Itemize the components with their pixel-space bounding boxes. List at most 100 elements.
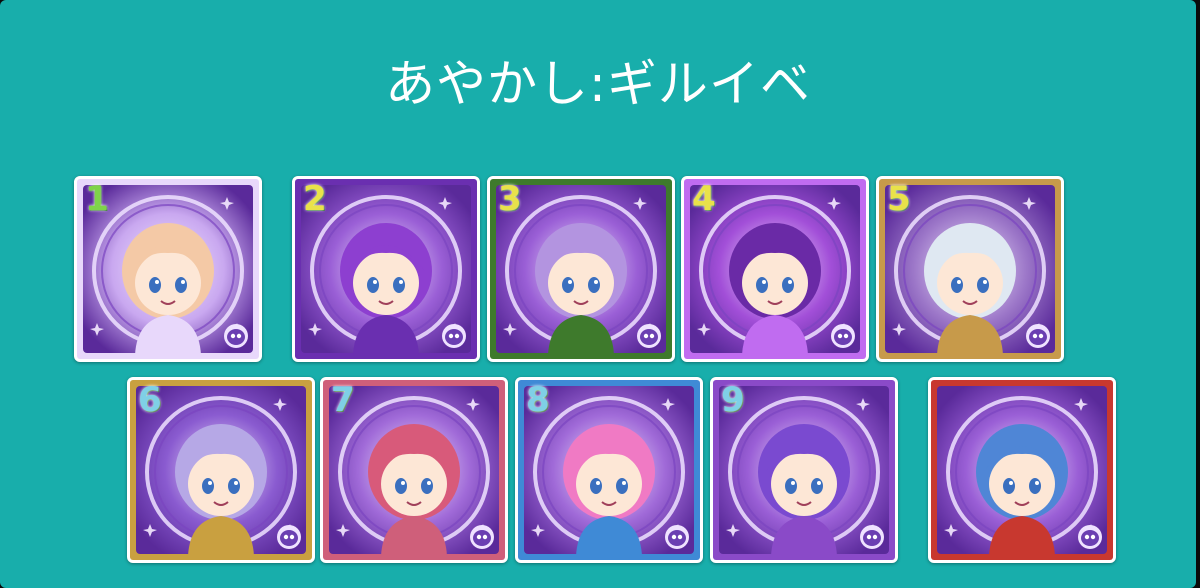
character-eye-right <box>811 478 823 494</box>
puyo-body <box>1029 329 1047 345</box>
card-2[interactable]: 2 <box>292 176 480 362</box>
eye-highlight-right <box>234 481 238 485</box>
puyo-body <box>640 329 658 345</box>
character-eye-right <box>393 277 405 293</box>
character-eye-right <box>421 478 433 494</box>
card-number: 8 <box>526 380 550 420</box>
card-number: 9 <box>721 380 745 420</box>
card-number: 3 <box>498 179 522 219</box>
puyo-eye-right <box>1038 333 1044 339</box>
eye-highlight-right <box>983 280 987 284</box>
puyo-body <box>834 329 852 345</box>
character-face <box>989 452 1055 516</box>
eye-highlight-left <box>373 280 377 284</box>
puyo-body <box>473 530 491 546</box>
puyo-eye-left <box>1032 333 1038 339</box>
eye-highlight-left <box>568 280 572 284</box>
puyo-element-icon <box>860 525 884 549</box>
character-face <box>188 452 254 516</box>
eye-highlight-left <box>1009 481 1013 485</box>
card-4[interactable]: 4 <box>681 176 869 362</box>
puyo-body <box>280 530 298 546</box>
puyo-eye-left <box>1084 534 1090 540</box>
puyo-body <box>445 329 463 345</box>
puyo-eye-right <box>649 333 655 339</box>
puyo-eye-left <box>230 333 236 339</box>
character-eye-right <box>616 478 628 494</box>
card-number: 1 <box>85 179 109 219</box>
puyo-eye-right <box>482 534 488 540</box>
puyo-element-icon <box>665 525 689 549</box>
card-10[interactable] <box>928 377 1116 563</box>
card-number: 5 <box>887 179 911 219</box>
puyo-eye-left <box>837 333 843 339</box>
eye-highlight-right <box>788 280 792 284</box>
puyo-eye-left <box>283 534 289 540</box>
puyo-body <box>227 329 245 345</box>
eye-highlight-right <box>622 481 626 485</box>
card-1[interactable]: 1 <box>74 176 262 362</box>
character-face <box>937 251 1003 315</box>
character-eye-right <box>1029 478 1041 494</box>
puyo-eye-left <box>643 333 649 339</box>
character-eye-left <box>367 277 379 293</box>
character-face <box>771 452 837 516</box>
puyo-element-icon <box>1026 324 1050 348</box>
puyo-element-icon <box>224 324 248 348</box>
puyo-element-icon <box>277 525 301 549</box>
puyo-eye-right <box>677 534 683 540</box>
eye-highlight-right <box>427 481 431 485</box>
eye-highlight-left <box>596 481 600 485</box>
puyo-eye-right <box>872 534 878 540</box>
eye-highlight-left <box>791 481 795 485</box>
card-6[interactable]: 6 <box>127 377 315 563</box>
character-face <box>548 251 614 315</box>
eye-highlight-right <box>817 481 821 485</box>
character-eye-left <box>1003 478 1015 494</box>
character-eye-left <box>149 277 161 293</box>
character-eye-right <box>782 277 794 293</box>
card-8[interactable]: 8 <box>515 377 703 563</box>
puyo-eye-left <box>671 534 677 540</box>
puyo-element-icon <box>831 324 855 348</box>
character-eye-left <box>590 478 602 494</box>
eye-highlight-right <box>1035 481 1039 485</box>
puyo-eye-left <box>448 333 454 339</box>
eye-highlight-right <box>594 280 598 284</box>
character-face <box>576 452 642 516</box>
eye-highlight-right <box>181 280 185 284</box>
puyo-element-icon <box>1078 525 1102 549</box>
puyo-body <box>1081 530 1099 546</box>
card-5[interactable]: 5 <box>876 176 1064 362</box>
character-eye-right <box>175 277 187 293</box>
card-number: 6 <box>138 380 162 420</box>
character-face <box>353 251 419 315</box>
character-eye-left <box>562 277 574 293</box>
puyo-eye-right <box>843 333 849 339</box>
eye-highlight-left <box>401 481 405 485</box>
character-face <box>381 452 447 516</box>
character-eye-left <box>202 478 214 494</box>
deck-panel: あやかし:ギルイベ 1 2 3 4 5 6 7 8 9 <box>0 0 1196 588</box>
character-eye-left <box>785 478 797 494</box>
puyo-element-icon <box>470 525 494 549</box>
character-eye-right <box>228 478 240 494</box>
character-eye-right <box>977 277 989 293</box>
character-eye-left <box>756 277 768 293</box>
puyo-eye-right <box>289 534 295 540</box>
card-3[interactable]: 3 <box>487 176 675 362</box>
eye-highlight-left <box>155 280 159 284</box>
page-title: あやかし:ギルイベ <box>385 55 811 113</box>
card-9[interactable]: 9 <box>710 377 898 563</box>
card-number: 7 <box>331 380 355 420</box>
puyo-eye-left <box>866 534 872 540</box>
puyo-eye-right <box>236 333 242 339</box>
puyo-body <box>668 530 686 546</box>
card-number: 4 <box>692 179 716 219</box>
puyo-eye-right <box>1090 534 1096 540</box>
card-7[interactable]: 7 <box>320 377 508 563</box>
puyo-element-icon <box>637 324 661 348</box>
card-number: 2 <box>303 179 327 219</box>
eye-highlight-left <box>762 280 766 284</box>
puyo-body <box>863 530 881 546</box>
